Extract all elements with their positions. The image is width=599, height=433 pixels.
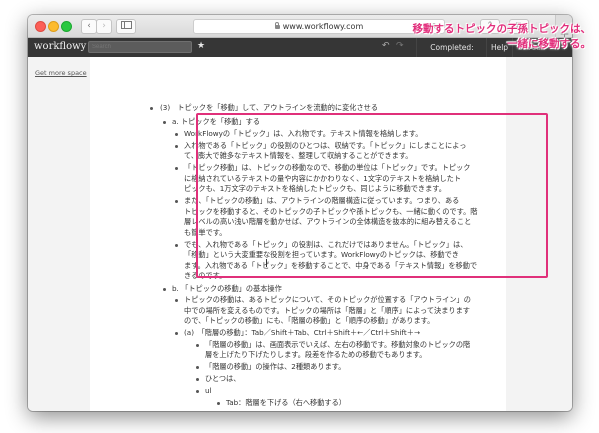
zoom-window-button[interactable] xyxy=(61,21,72,32)
bullet-icon[interactable] xyxy=(150,107,153,110)
bullet-icon[interactable] xyxy=(163,121,166,124)
subsection-a-title[interactable]: (a) 「階層の移動」：Tab／Shift＋Tab、Ctrl＋Shift＋←／C… xyxy=(184,328,420,338)
bullet-icon[interactable] xyxy=(175,144,178,148)
lock-icon xyxy=(274,22,280,29)
topic-item[interactable]: ul xyxy=(205,386,212,396)
outline-page: (3) トピックを「移動」して、アウトラインを流動的に変化させる a. トピックを… xyxy=(90,57,548,411)
outline-heading[interactable]: (3) トピックを「移動」して、アウトラインを流動的に変化させる xyxy=(160,103,378,113)
browser-window: ‹ › www.workflowy.com ↻ ↑ ⧉ + workflowy … xyxy=(28,15,572,411)
forward-button[interactable]: › xyxy=(96,19,112,34)
topic-item[interactable]: 層を上げたり下げたりします。段差を作るための移動でもあります。 xyxy=(205,350,426,360)
topic-item[interactable]: トピックの移動は、あるトピックについて、そのトピックが位置する「アウトライン」の xyxy=(184,295,471,305)
bullet-icon[interactable] xyxy=(175,200,178,203)
chevron-right-icon: › xyxy=(102,21,106,31)
section-b-title[interactable]: b. 「トピックの移動」の基本操作 xyxy=(172,284,282,294)
bullet-icon[interactable] xyxy=(175,167,178,170)
get-more-space-link[interactable]: Get more space xyxy=(35,69,87,77)
topic-item[interactable]: 「階層の移動」は、画面表示でいえば、左右の移動です。移動対象のトピックの階 xyxy=(205,340,470,350)
bullet-icon[interactable] xyxy=(175,132,178,136)
bullet-icon[interactable] xyxy=(217,402,220,405)
bullet-icon[interactable] xyxy=(163,288,166,291)
topic-item[interactable]: Tab：階層を下げる（右へ移動する） xyxy=(226,398,346,408)
chevron-left-icon: ‹ xyxy=(87,21,91,31)
topic-item[interactable]: ひとつは、 xyxy=(205,374,240,384)
url-text: www.workflowy.com xyxy=(282,22,364,31)
topic-item[interactable]: 「階層の移動」の操作は、2種類あります。 xyxy=(205,362,345,372)
sidebar-icon xyxy=(120,21,132,29)
search-input[interactable] xyxy=(88,41,192,53)
topic-item[interactable]: ので、「トピックの移動」にも、「階層の移動」と「順序の移動」があります。 xyxy=(184,316,434,326)
highlight-frame xyxy=(196,113,548,278)
workflowy-content: Get more space (3) トピックを「移動」して、アウトラインを流動… xyxy=(28,57,572,411)
bullet-icon[interactable] xyxy=(196,343,199,347)
bullet-icon[interactable] xyxy=(196,378,199,381)
workflowy-logo[interactable]: workflowy xyxy=(34,41,86,52)
back-button[interactable]: ‹ xyxy=(81,19,97,34)
bullet-icon[interactable] xyxy=(175,243,178,247)
bullet-icon[interactable] xyxy=(196,366,199,369)
undo-icon[interactable]: ↶ xyxy=(382,41,390,51)
annotation-callout: 移動するトピックの子孫トピックは、 一緒に移動する。 xyxy=(413,22,592,52)
bullet-icon[interactable] xyxy=(175,332,178,335)
minimize-window-button[interactable] xyxy=(48,21,59,32)
bullet-icon[interactable] xyxy=(175,299,178,302)
close-window-button[interactable] xyxy=(35,21,46,32)
bullet-icon[interactable] xyxy=(196,390,199,393)
annotation-line-1: 移動するトピックの子孫トピックは、 xyxy=(412,23,592,35)
sidebar-toggle-button[interactable] xyxy=(116,19,136,34)
address-bar[interactable]: www.workflowy.com ↻ xyxy=(193,19,445,34)
redo-icon[interactable]: ↷ xyxy=(396,41,404,51)
star-icon[interactable]: ★ xyxy=(197,41,205,51)
topic-item[interactable]: 中での場所を変えるものです。トピックの場所は「階層」と「順序」によって決まります xyxy=(184,306,470,316)
annotation-line-2: 一緒に移動する。 xyxy=(507,38,591,50)
